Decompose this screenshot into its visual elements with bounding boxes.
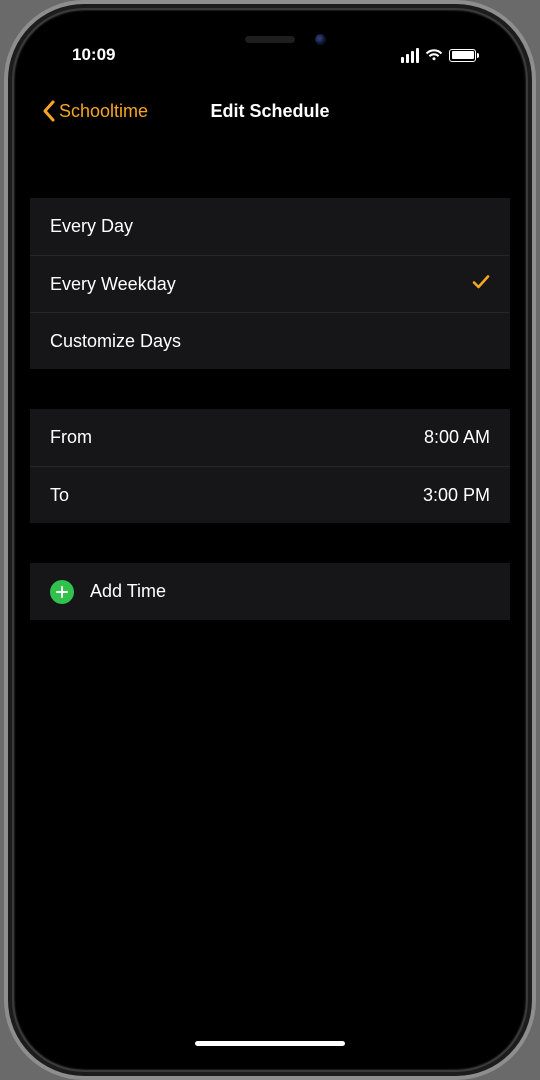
- checkmark-icon: [472, 273, 490, 296]
- chevron-left-icon: [42, 100, 55, 122]
- cellular-icon: [401, 48, 419, 63]
- option-label: Every Day: [50, 216, 133, 237]
- content: Every Day Every Weekday Customize Days F…: [30, 154, 510, 1056]
- phone-frame: 10:09: [14, 10, 526, 1070]
- option-every-weekday[interactable]: Every Weekday: [30, 255, 510, 312]
- from-value: 8:00 AM: [424, 427, 490, 448]
- home-indicator[interactable]: [195, 1041, 345, 1046]
- status-time: 10:09: [58, 45, 115, 65]
- from-row[interactable]: From 8:00 AM: [30, 409, 510, 466]
- option-every-day[interactable]: Every Day: [30, 198, 510, 255]
- time-range-group: From 8:00 AM To 3:00 PM: [30, 409, 510, 523]
- battery-icon: [449, 49, 476, 62]
- to-value: 3:00 PM: [423, 485, 490, 506]
- wifi-icon: [425, 48, 443, 62]
- day-options-group: Every Day Every Weekday Customize Days: [30, 198, 510, 369]
- back-button[interactable]: Schooltime: [30, 100, 148, 122]
- from-label: From: [50, 427, 92, 448]
- to-row[interactable]: To 3:00 PM: [30, 466, 510, 523]
- add-time-label: Add Time: [90, 581, 166, 602]
- option-customize-days[interactable]: Customize Days: [30, 312, 510, 369]
- plus-icon: [50, 580, 74, 604]
- nav-bar: Schooltime Edit Schedule: [30, 86, 510, 136]
- screen: 10:09: [30, 24, 510, 1056]
- notch: [165, 24, 375, 58]
- option-label: Every Weekday: [50, 274, 176, 295]
- back-label: Schooltime: [59, 101, 148, 122]
- to-label: To: [50, 485, 69, 506]
- add-time-button[interactable]: Add Time: [30, 563, 510, 620]
- add-time-group: Add Time: [30, 563, 510, 620]
- option-label: Customize Days: [50, 331, 181, 352]
